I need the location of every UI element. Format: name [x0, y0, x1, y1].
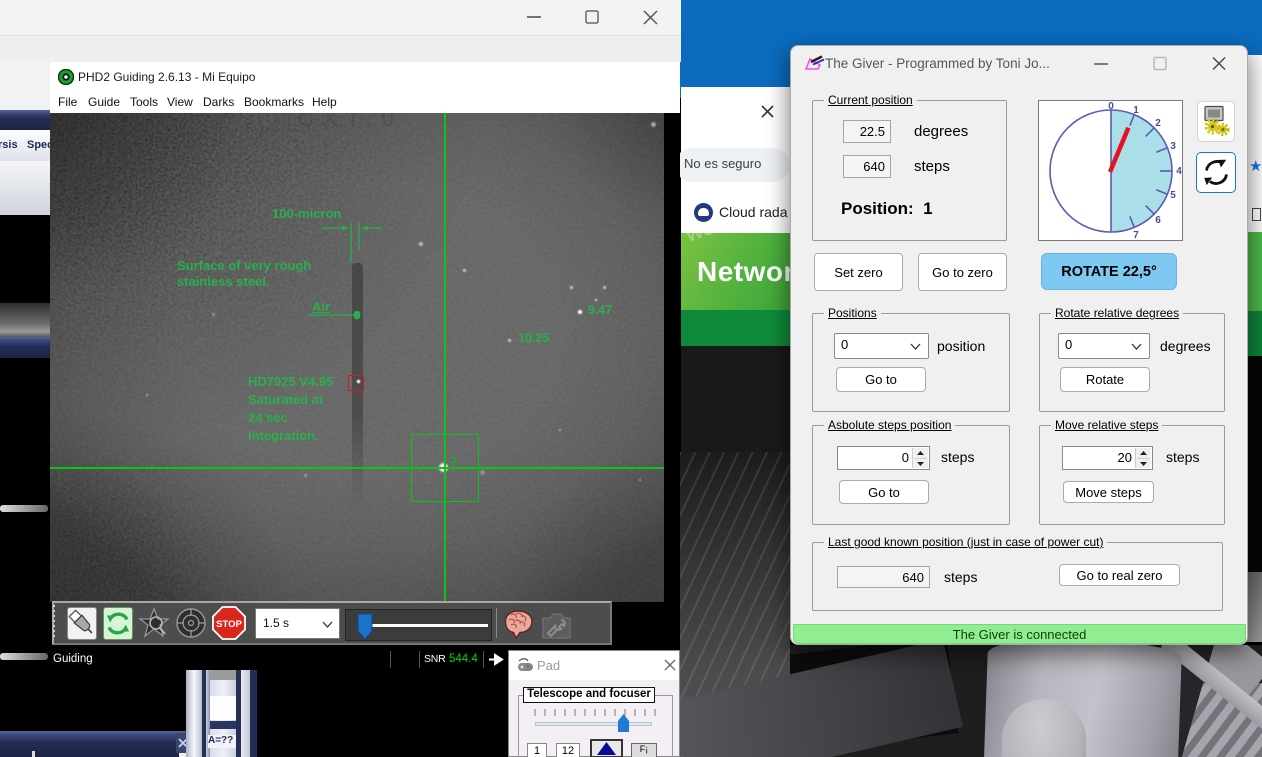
- svg-text:1: 1: [1133, 105, 1139, 116]
- svg-text:STOP: STOP: [216, 619, 242, 630]
- svg-text:5: 5: [1170, 190, 1176, 201]
- svg-text:4: 4: [1176, 166, 1182, 177]
- svg-text:3: 3: [1170, 141, 1176, 152]
- svg-text:0: 0: [1108, 101, 1114, 112]
- svg-text:7: 7: [1133, 230, 1139, 240]
- svg-text:6: 6: [1155, 215, 1161, 226]
- svg-text:2: 2: [1155, 118, 1161, 129]
